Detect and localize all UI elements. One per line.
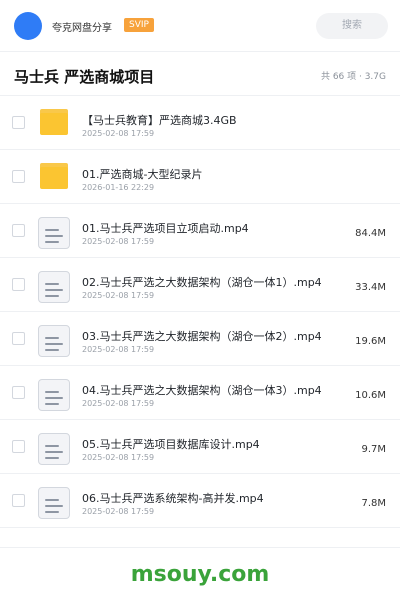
file-date: 2026-01-16 22:29 <box>82 183 155 192</box>
file-name: 【马士兵教育】严选商城3.4GB <box>82 114 237 127</box>
file-date: 2025-02-08 17:59 <box>82 507 155 516</box>
file-date: 2025-02-08 17:59 <box>82 453 155 462</box>
folder-icon <box>36 160 72 196</box>
row-checkbox[interactable] <box>12 440 25 453</box>
watermark-text: msouy.com <box>130 562 270 587</box>
page-title: 马士兵 严选商城项目 <box>14 68 155 86</box>
folder-icon <box>36 106 72 142</box>
row-checkbox[interactable] <box>12 278 25 291</box>
video-file-icon <box>36 376 72 412</box>
file-size: 9.7M <box>361 444 386 455</box>
video-file-icon <box>36 484 72 520</box>
list-item[interactable]: 04.马士兵严选之大数据架构（湖仓一体3）.mp4 2025-02-08 17:… <box>0 366 400 420</box>
list-item[interactable]: 02.马士兵严选之大数据架构（湖仓一体1）.mp4 2025-02-08 17:… <box>0 258 400 312</box>
list-item[interactable]: 03.马士兵严选之大数据架构（湖仓一体2）.mp4 2025-02-08 17:… <box>0 312 400 366</box>
list-item[interactable]: 06.马士兵严选系统架构-高并发.mp4 2025-02-08 17:59 7.… <box>0 474 400 528</box>
row-checkbox[interactable] <box>12 116 25 129</box>
file-size: 7.8M <box>361 498 386 509</box>
file-date: 2025-02-08 17:59 <box>82 345 155 354</box>
video-file-icon <box>36 322 72 358</box>
list-item[interactable]: 01.严选商城-大型纪录片 2026-01-16 22:29 <box>0 150 400 204</box>
list-item[interactable]: 【马士兵教育】严选商城3.4GB 2025-02-08 17:59 <box>0 96 400 150</box>
file-date: 2025-02-08 17:59 <box>82 129 155 138</box>
video-file-icon <box>36 268 72 304</box>
file-date: 2025-02-08 17:59 <box>82 237 155 246</box>
footer-divider <box>0 547 400 548</box>
row-checkbox[interactable] <box>12 170 25 183</box>
svip-badge: SVIP <box>124 18 154 32</box>
file-date: 2025-02-08 17:59 <box>82 399 155 408</box>
file-date: 2025-02-08 17:59 <box>82 291 155 300</box>
file-size: 10.6M <box>355 390 386 401</box>
video-file-icon <box>36 430 72 466</box>
file-name: 01.马士兵严选项目立项启动.mp4 <box>82 222 249 235</box>
page-header: 马士兵 严选商城项目 共 66 项 · 3.7G <box>0 52 400 96</box>
file-name: 02.马士兵严选之大数据架构（湖仓一体1）.mp4 <box>82 276 322 289</box>
file-name: 03.马士兵严选之大数据架构（湖仓一体2）.mp4 <box>82 330 322 343</box>
list-item[interactable]: 01.马士兵严选项目立项启动.mp4 2025-02-08 17:59 84.4… <box>0 204 400 258</box>
avatar[interactable] <box>14 12 42 40</box>
search-input[interactable]: 搜索 <box>316 13 388 39</box>
file-name: 05.马士兵严选项目数据库设计.mp4 <box>82 438 260 451</box>
row-checkbox[interactable] <box>12 386 25 399</box>
list-item[interactable]: 05.马士兵严选项目数据库设计.mp4 2025-02-08 17:59 9.7… <box>0 420 400 474</box>
row-checkbox[interactable] <box>12 224 25 237</box>
row-checkbox[interactable] <box>12 332 25 345</box>
file-name: 06.马士兵严选系统架构-高并发.mp4 <box>82 492 264 505</box>
video-file-icon <box>36 214 72 250</box>
file-name: 01.严选商城-大型纪录片 <box>82 168 203 181</box>
file-size: 19.6M <box>355 336 386 347</box>
file-size: 84.4M <box>355 228 386 239</box>
file-name: 04.马士兵严选之大数据架构（湖仓一体3）.mp4 <box>82 384 322 397</box>
top-bar: 夸克网盘分享 SVIP 搜索 <box>0 0 400 52</box>
file-size: 33.4M <box>355 282 386 293</box>
file-list: 【马士兵教育】严选商城3.4GB 2025-02-08 17:59 01.严选商… <box>0 96 400 528</box>
file-count-summary: 共 66 项 · 3.7G <box>320 72 386 82</box>
row-checkbox[interactable] <box>12 494 25 507</box>
share-title: 夸克网盘分享 <box>52 23 112 34</box>
